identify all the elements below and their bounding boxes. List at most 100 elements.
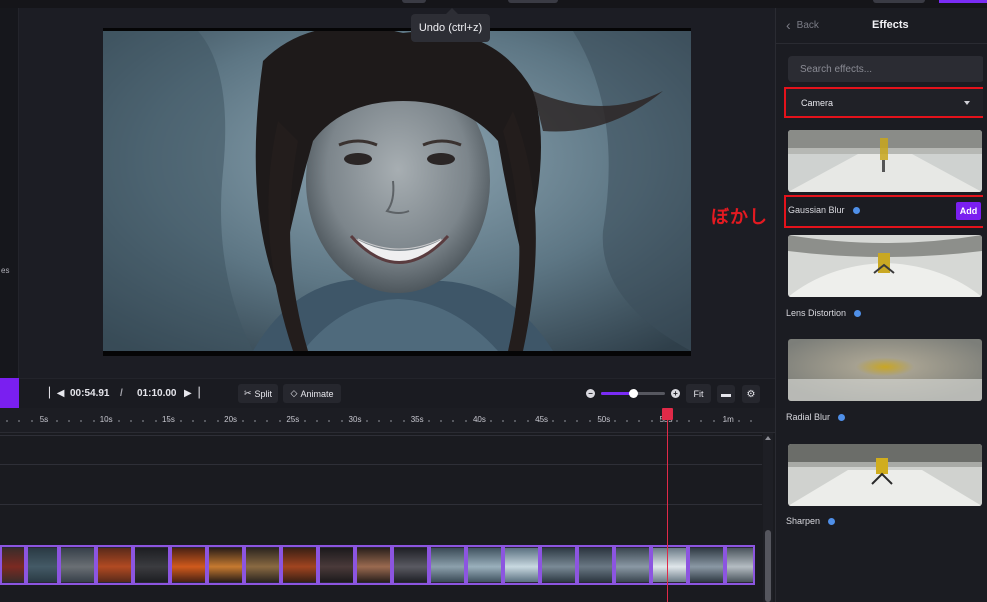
ruler-tick (278, 420, 281, 422)
lens-distortion-row[interactable]: Lens Distortion (786, 308, 862, 318)
clip-frame (336, 548, 353, 582)
ruler-tick (18, 420, 21, 422)
timeline-clip[interactable] (244, 545, 281, 585)
search-effects-input[interactable] (788, 56, 984, 82)
effect-thumbnail-lens-distortion[interactable] (788, 235, 982, 297)
animate-button[interactable]: ◇ Animate (283, 384, 341, 403)
scrollbar-thumb[interactable] (765, 530, 771, 602)
timeline-ruler[interactable]: 5s10s15s20s25s30s35s40s45s50s55s1m (0, 408, 775, 433)
export-button[interactable] (939, 0, 987, 3)
chevron-left-icon: ‹ (786, 17, 791, 33)
ruler-tick (638, 420, 641, 422)
timeline-clip[interactable] (207, 545, 244, 585)
zoom-in-icon[interactable]: + (671, 389, 680, 398)
add-effect-button[interactable]: Add (956, 202, 981, 220)
zoom-slider[interactable] (601, 389, 665, 398)
ruler-tick (688, 420, 690, 422)
ruler-tick (452, 420, 455, 422)
toolbar-button-fragment[interactable] (402, 0, 426, 3)
ruler-tick (80, 420, 83, 422)
timeline[interactable]: 5s10s15s20s25s30s35s40s45s50s55s1m (0, 408, 775, 602)
ruler-tick (241, 420, 244, 422)
video-preview[interactable] (103, 28, 691, 356)
timeline-clip[interactable] (0, 545, 26, 585)
radial-blur-row[interactable]: Radial Blur (786, 412, 846, 422)
timeline-clip[interactable] (688, 545, 725, 585)
timeline-clip[interactable] (26, 545, 59, 585)
clip-frame (188, 548, 205, 582)
info-icon[interactable] (838, 413, 846, 421)
info-icon[interactable] (828, 517, 836, 525)
clip-frame (468, 548, 485, 582)
category-dropdown[interactable]: Camera (784, 87, 986, 118)
clip-frame (505, 548, 522, 582)
clip-frame (542, 548, 559, 582)
split-button[interactable]: ✂ Split (238, 384, 278, 403)
ruler-tick (68, 420, 70, 422)
effect-label: Radial Blur (786, 412, 831, 422)
timeline-clip[interactable] (725, 545, 755, 585)
timeline-clip[interactable] (281, 545, 318, 585)
ruler-tick (489, 420, 492, 422)
timeline-clip[interactable] (59, 545, 96, 585)
ruler-tick (675, 420, 678, 422)
timeline-scrollbar[interactable] (763, 433, 773, 602)
preview-area (19, 8, 775, 378)
settings-button[interactable]: ⚙ (742, 385, 760, 403)
ruler-tick (328, 420, 331, 422)
zoom-slider-handle[interactable] (629, 389, 638, 398)
sharpen-row[interactable]: Sharpen (786, 516, 836, 526)
timeline-clip[interactable] (392, 545, 429, 585)
gaussian-blur-row[interactable]: Gaussian Blur Add (784, 195, 987, 228)
fit-label: Fit (693, 388, 704, 399)
clip-frame (225, 548, 242, 582)
timeline-clip[interactable] (133, 545, 170, 585)
timeline-clip[interactable] (170, 545, 207, 585)
sidebar-active-indicator[interactable] (0, 378, 19, 408)
ruler-tick (650, 420, 653, 422)
video-track[interactable] (0, 545, 762, 585)
effect-thumbnail-radial-blur[interactable] (788, 339, 982, 401)
ruler-tick-label: 45s (535, 415, 549, 424)
timeline-clip[interactable] (614, 545, 651, 585)
timeline-clip[interactable] (466, 545, 503, 585)
timeline-clip[interactable] (355, 545, 392, 585)
clip-frame (61, 548, 78, 582)
ruler-tick (30, 420, 33, 422)
playhead[interactable] (667, 408, 668, 602)
ruler-tick (712, 420, 715, 422)
timeline-clip[interactable] (318, 545, 355, 585)
skip-back-icon[interactable]: ▏◀ (49, 388, 64, 399)
clip-frame (172, 548, 189, 582)
ruler-tick (303, 420, 306, 422)
clip-frame (373, 548, 390, 582)
fullscreen-button[interactable]: ▬ (717, 385, 735, 403)
effects-scrollbar[interactable] (983, 44, 987, 602)
scroll-up-icon[interactable] (765, 436, 771, 440)
zoom-out-icon[interactable]: − (586, 389, 595, 398)
timeline-clip[interactable] (503, 545, 540, 585)
ruler-tick (6, 420, 8, 422)
effect-thumbnail-gaussian-blur[interactable] (788, 130, 982, 192)
info-icon[interactable] (852, 206, 860, 214)
effect-label: Gaussian Blur (788, 205, 845, 215)
timeline-clip[interactable] (429, 545, 466, 585)
timeline-clip[interactable] (651, 545, 688, 585)
toolbar-button-fragment[interactable] (873, 0, 925, 3)
timeline-clip[interactable] (96, 545, 133, 585)
toolbar-button-fragment[interactable] (508, 0, 558, 3)
skip-forward-icon[interactable]: ▶▕ (184, 388, 199, 399)
left-sidebar: es (0, 8, 19, 408)
back-button[interactable]: ‹ Back (786, 18, 819, 32)
clip-frame (28, 548, 43, 582)
effects-header: ‹ Back Effects (776, 8, 987, 44)
ruler-tick (750, 420, 752, 422)
effect-thumbnail-sharpen[interactable] (788, 444, 982, 506)
clip-frame (13, 548, 24, 582)
timeline-clip[interactable] (540, 545, 577, 585)
info-icon[interactable] (854, 309, 862, 317)
timeline-clip[interactable] (577, 545, 614, 585)
track-divider (0, 464, 762, 465)
clip-frame (299, 548, 316, 582)
fit-button[interactable]: Fit (686, 384, 711, 403)
